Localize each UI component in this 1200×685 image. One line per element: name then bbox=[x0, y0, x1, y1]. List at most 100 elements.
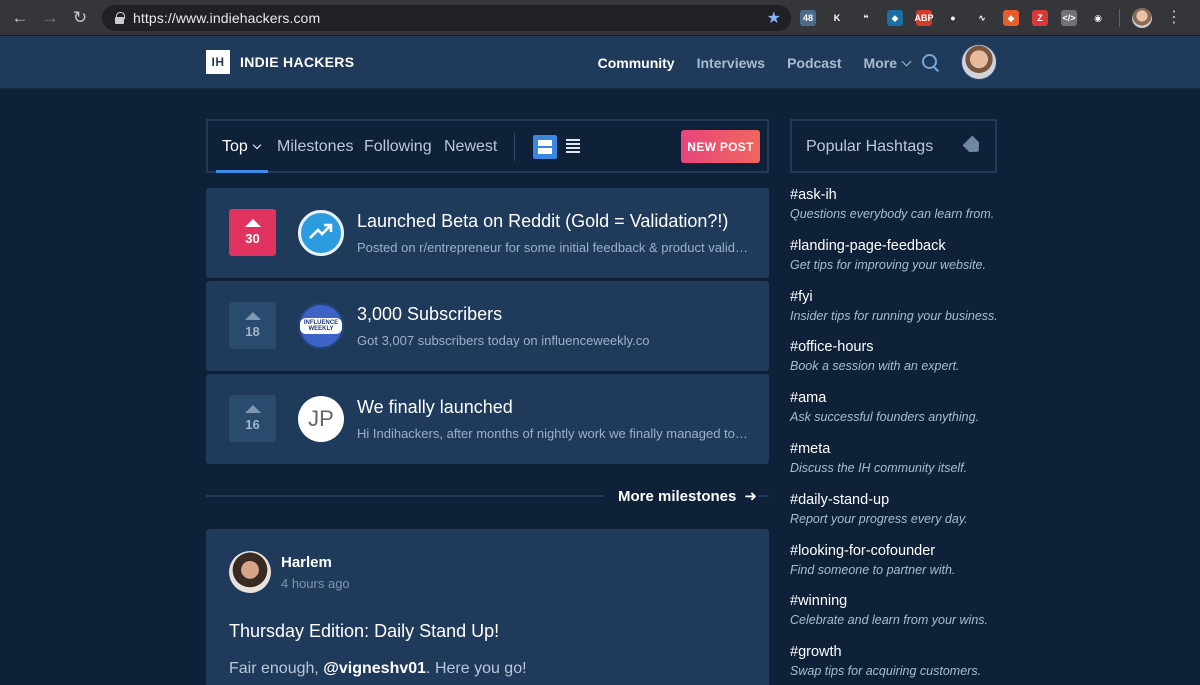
hashtag-item[interactable]: #ask-ih Questions everybody can learn fro… bbox=[790, 187, 1020, 221]
post-title[interactable]: Launched Beta on Reddit (Gold = Validati… bbox=[357, 211, 728, 232]
hashtag-name[interactable]: #winning bbox=[790, 593, 1020, 609]
chart-trend-icon[interactable] bbox=[298, 210, 344, 256]
influence-weekly-logo[interactable]: INFLUENCE WEEKLY bbox=[298, 303, 344, 349]
hashtag-name[interactable]: #daily-stand-up bbox=[790, 492, 1020, 508]
tab-top-label: Top bbox=[222, 138, 248, 155]
milestone-post[interactable]: 18 INFLUENCE WEEKLY 3,000 Subscribers Go… bbox=[206, 281, 769, 371]
vote-count: 30 bbox=[245, 231, 260, 246]
upvote-arrow-icon bbox=[244, 405, 261, 413]
browser-toolbar: ← → ↻ https://www.indiehackers.com ★ 48 K… bbox=[0, 0, 1200, 36]
hashtag-name[interactable]: #ask-ih bbox=[790, 187, 1020, 203]
post-time: 4 hours ago bbox=[281, 576, 350, 591]
post-title[interactable]: Thursday Edition: Daily Stand Up! bbox=[229, 621, 499, 642]
hashtag-item[interactable]: #winning Celebrate and learn from your wi… bbox=[790, 593, 1020, 627]
extension-icon[interactable]: 48 bbox=[800, 10, 816, 26]
hashtag-description: Find someone to partner with. bbox=[790, 562, 956, 577]
tab-top[interactable]: Top bbox=[222, 138, 262, 156]
reload-icon[interactable]: ↻ bbox=[66, 4, 94, 32]
upvote-button[interactable]: 30 bbox=[229, 209, 276, 256]
bookmark-star-icon[interactable]: ★ bbox=[767, 8, 781, 28]
more-milestones-link[interactable]: More milestones ➜ bbox=[618, 487, 757, 505]
url-text[interactable]: https://www.indiehackers.com bbox=[133, 10, 320, 26]
lock-icon bbox=[114, 12, 125, 24]
tab-following[interactable]: Following bbox=[364, 138, 432, 156]
hashtag-item[interactable]: #ama Ask successful founders anything. bbox=[790, 390, 1020, 424]
upvote-arrow-icon bbox=[244, 219, 261, 227]
hashtag-item[interactable]: #landing-page-feedback Get tips for impro… bbox=[790, 238, 1020, 272]
hashtag-description: Questions everybody can learn from. bbox=[790, 207, 995, 221]
post-title[interactable]: We finally launched bbox=[357, 397, 513, 418]
forward-arrow-icon[interactable]: → bbox=[36, 4, 64, 32]
arrow-right-icon: ➜ bbox=[744, 488, 757, 505]
hashtag-description: Ask successful founders anything. bbox=[790, 410, 979, 425]
hashtag-name[interactable]: #office-hours bbox=[790, 339, 1020, 355]
upvote-button[interactable]: 16 bbox=[229, 395, 276, 442]
body-text: . Here you go! bbox=[426, 660, 527, 677]
divider bbox=[514, 133, 515, 161]
author-name[interactable]: Harlem bbox=[281, 554, 332, 571]
extension-icon[interactable]: K bbox=[829, 10, 845, 26]
hashtag-item[interactable]: #meta Discuss the IH community itself. bbox=[790, 441, 1020, 475]
card-view-icon[interactable] bbox=[533, 135, 557, 159]
hashtag-item[interactable]: #looking-for-cofounder Find someone to pa… bbox=[790, 543, 1020, 577]
discussion-post[interactable]: Harlem 4 hours ago Thursday Edition: Dai… bbox=[206, 529, 769, 685]
post-body: Fair enough, @vigneshv01. Here you go! bbox=[229, 660, 527, 678]
hashtag-name[interactable]: #looking-for-cofounder bbox=[790, 543, 1020, 559]
upvote-arrow-icon bbox=[244, 312, 261, 320]
address-bar[interactable]: https://www.indiehackers.com ★ bbox=[102, 5, 791, 31]
hashtag-item[interactable]: #growth Swap tips for acquiring customers… bbox=[790, 644, 1020, 678]
hashtag-name[interactable]: #meta bbox=[790, 441, 1020, 457]
vote-count: 16 bbox=[245, 417, 260, 432]
tab-milestones[interactable]: Milestones bbox=[277, 138, 353, 156]
list-view-icon[interactable] bbox=[566, 139, 580, 153]
extension-icon[interactable]: ◆ bbox=[1003, 10, 1019, 26]
hashtag-description: Discuss the IH community itself. bbox=[790, 461, 968, 475]
milestone-post[interactable]: 16 JP We finally launched Hi Indihackers… bbox=[206, 374, 769, 464]
hashtag-description: Swap tips for acquiring customers. bbox=[790, 664, 982, 679]
logo-text[interactable]: INDIE HACKERS bbox=[240, 54, 354, 70]
extension-icon[interactable]: ABP bbox=[915, 10, 934, 26]
hashtag-item[interactable]: #office-hours Book a session with an expe… bbox=[790, 339, 1020, 373]
hashtag-name[interactable]: #fyi bbox=[790, 289, 1020, 305]
extension-icon[interactable]: ∿ bbox=[974, 10, 990, 26]
nav-more[interactable]: More bbox=[863, 55, 912, 71]
extension-icon[interactable]: </> bbox=[1061, 10, 1077, 26]
more-milestones-label: More milestones bbox=[618, 488, 737, 505]
menu-kebab-icon[interactable]: ⋮ bbox=[1166, 10, 1182, 26]
extension-icon[interactable]: ❝ bbox=[858, 10, 874, 26]
post-title[interactable]: 3,000 Subscribers bbox=[357, 304, 502, 325]
initials-avatar[interactable]: JP bbox=[298, 396, 344, 442]
hashtag-name[interactable]: #landing-page-feedback bbox=[790, 238, 1020, 254]
hashtag-name[interactable]: #growth bbox=[790, 644, 1020, 660]
hashtag-item[interactable]: #daily-stand-up Report your progress ever… bbox=[790, 492, 1020, 526]
new-post-button[interactable]: NEW POST bbox=[681, 130, 760, 163]
back-arrow-icon[interactable]: ← bbox=[6, 4, 34, 32]
extension-icon[interactable]: Z bbox=[1032, 10, 1048, 26]
browser-profile-avatar[interactable] bbox=[1132, 8, 1152, 28]
hashtag-description: Get tips for improving your website. bbox=[790, 257, 986, 272]
post-subtitle: Got 3,007 subscribers today on influence… bbox=[357, 333, 650, 348]
author-avatar[interactable] bbox=[229, 551, 271, 593]
extension-icon[interactable]: ◉ bbox=[1090, 10, 1106, 26]
nav-more-label: More bbox=[863, 55, 897, 71]
extension-icon[interactable]: ◆ bbox=[887, 10, 903, 26]
logo-mark[interactable]: IH bbox=[206, 50, 230, 74]
tab-newest[interactable]: Newest bbox=[444, 138, 497, 156]
hashtag-name[interactable]: #ama bbox=[790, 390, 1020, 406]
upvote-button[interactable]: 18 bbox=[229, 302, 276, 349]
divider bbox=[1119, 9, 1120, 27]
hashtag-item[interactable]: #fyi Insider tips for running your busine… bbox=[790, 289, 1020, 323]
user-avatar[interactable] bbox=[961, 44, 997, 80]
post-subtitle: Posted on r/entrepreneur for some initia… bbox=[357, 240, 749, 255]
nav-interviews[interactable]: Interviews bbox=[697, 55, 765, 71]
nav-podcast[interactable]: Podcast bbox=[787, 55, 841, 71]
active-tab-indicator bbox=[216, 170, 268, 173]
nav-community[interactable]: Community bbox=[598, 55, 675, 71]
chevron-down-icon bbox=[252, 140, 262, 150]
extension-icon[interactable]: ● bbox=[945, 10, 961, 26]
mention-link[interactable]: @vigneshv01 bbox=[323, 660, 426, 677]
post-subtitle: Hi Indihackers, after months of nightly … bbox=[357, 426, 749, 441]
search-icon[interactable] bbox=[922, 54, 940, 72]
chevron-down-icon bbox=[901, 56, 912, 67]
milestone-post[interactable]: 30 Launched Beta on Reddit (Gold = Valid… bbox=[206, 188, 769, 278]
